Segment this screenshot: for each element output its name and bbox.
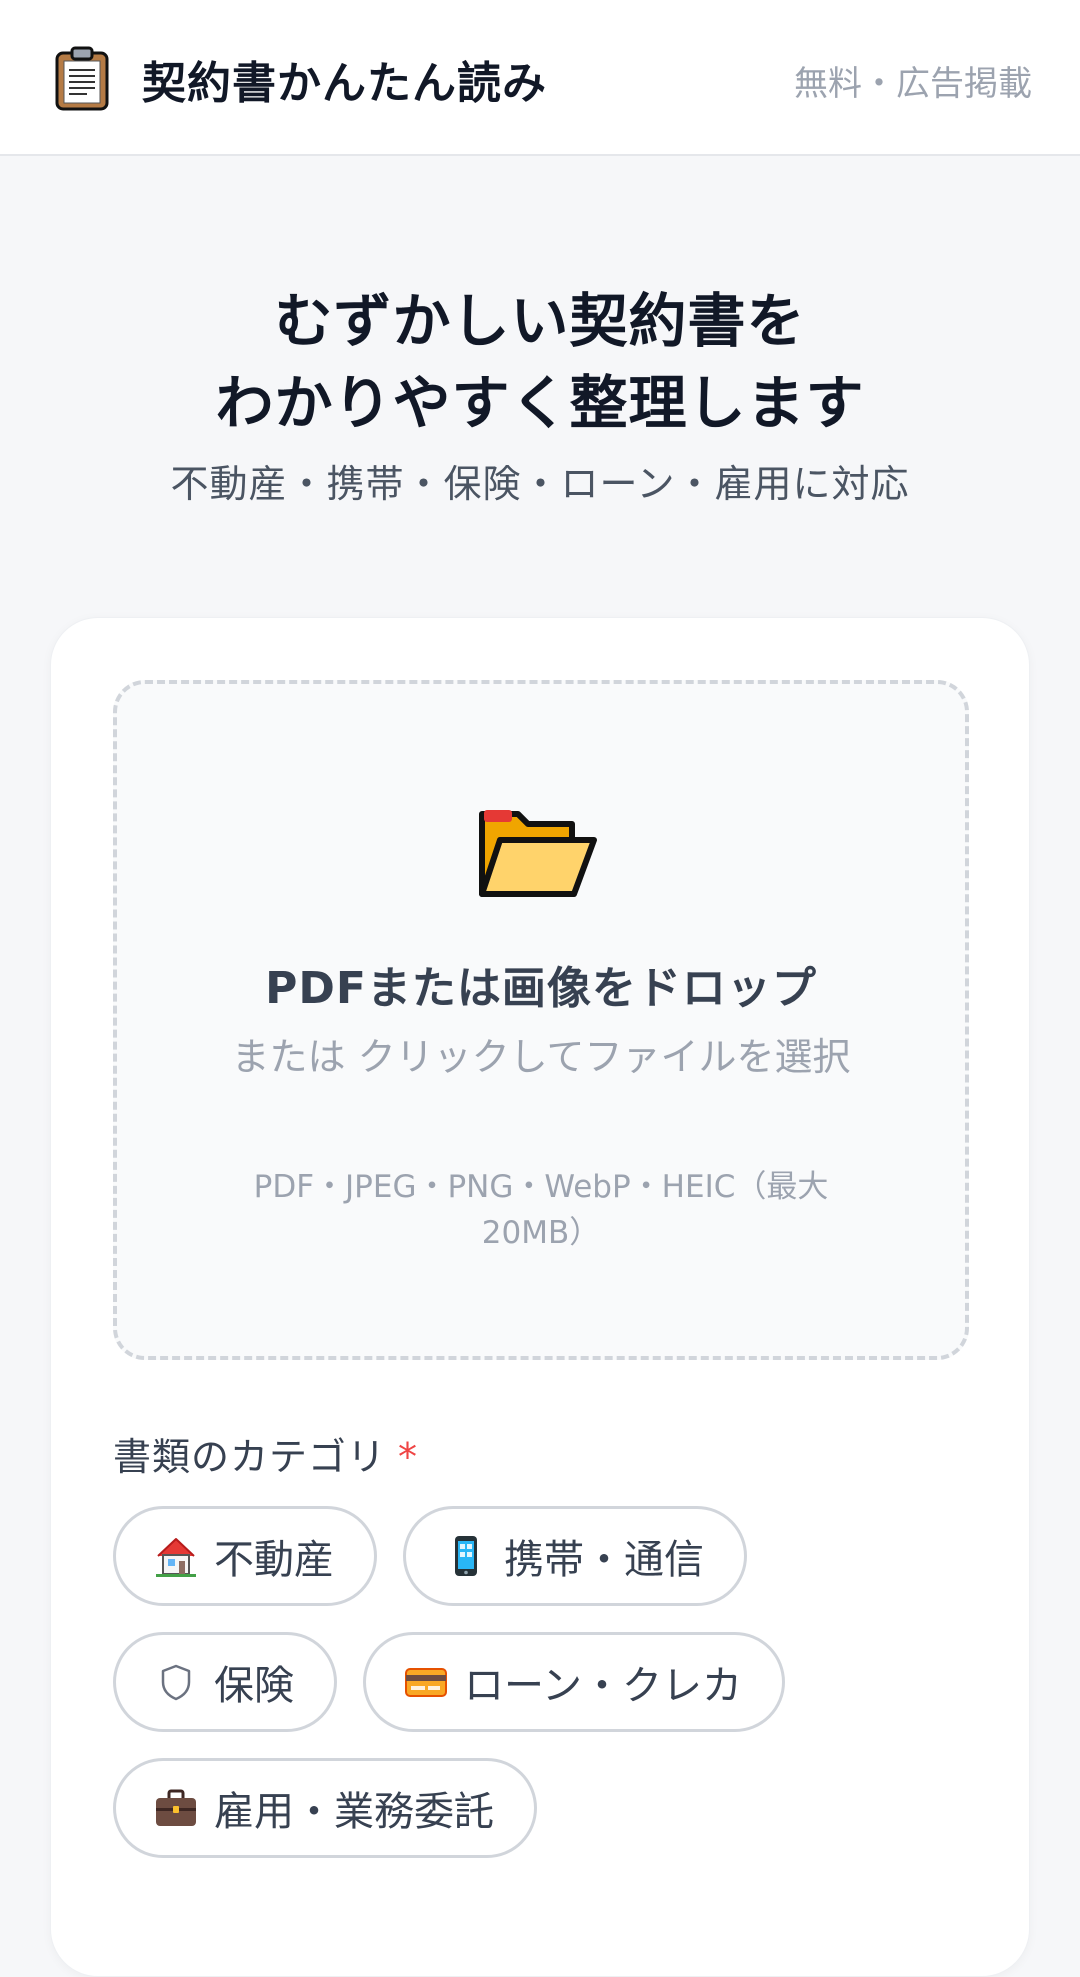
mobile-phone-icon (455, 1536, 477, 1576)
hero: むずかしい契約書を わかりやすく整理します 不動産・携帯・保険・ローン・雇用に対… (0, 280, 1080, 512)
category-chip-employment[interactable]: 雇用・業務委託 (113, 1758, 537, 1858)
category-chip-label: 保険 (214, 1663, 294, 1709)
briefcase-icon (156, 1789, 196, 1826)
category-row-3: 雇用・業務委託 (113, 1758, 537, 1858)
required-mark: * (398, 1435, 419, 1479)
folder-icon (479, 810, 597, 897)
hero-title: むずかしい契約書を わかりやすく整理します (0, 280, 1080, 444)
category-chip-insurance[interactable]: 保険 (113, 1632, 337, 1732)
category-chip-label: ローン・クレカ (464, 1663, 742, 1709)
app-title: 契約書かんたん読み (142, 58, 547, 109)
app-header: 契約書かんたん読み 無料・広告掲載 (0, 0, 1080, 156)
category-row-1: 不動産 携帯・通信 (113, 1506, 747, 1606)
category-chip-real-estate[interactable]: 不動産 (113, 1506, 377, 1606)
category-row-2: 保険 ローン・クレカ (113, 1632, 785, 1732)
house-icon (156, 1538, 196, 1577)
upload-card: PDFまたは画像をドロップ または クリックしてファイルを選択 PDF・JPEG… (50, 617, 1030, 1977)
category-label: 書類のカテゴリ * (113, 1426, 418, 1481)
hero-title-line1: むずかしい契約書を (274, 287, 806, 355)
hero-subtitle: 不動産・携帯・保険・ローン・雇用に対応 (170, 462, 910, 506)
dropzone-title: PDFまたは画像をドロップ (265, 963, 817, 1014)
file-dropzone[interactable]: PDFまたは画像をドロップ または クリックしてファイルを選択 PDF・JPEG… (113, 680, 969, 1360)
dropzone-formats: PDF・JPEG・PNG・WebP・HEIC（最大20MB） (253, 1169, 829, 1251)
category-chip-mobile[interactable]: 携帯・通信 (403, 1506, 747, 1606)
hero-title-line2: わかりやすく整理します (215, 369, 865, 437)
shield-icon (161, 1664, 191, 1701)
clipboard-icon (55, 46, 109, 111)
dropzone-hint: または クリックしてファイルを選択 (231, 1035, 851, 1079)
category-chip-label: 携帯・通信 (504, 1537, 704, 1583)
brand[interactable]: 契約書かんたん読み (54, 44, 547, 114)
category-chip-label: 不動産 (214, 1537, 334, 1583)
category-chip-label: 雇用・業務委託 (214, 1789, 494, 1835)
category-chip-loan[interactable]: ローン・クレカ (363, 1632, 785, 1732)
header-note: 無料・広告掲載 (794, 64, 1032, 104)
category-label-text: 書類のカテゴリ (113, 1435, 387, 1479)
credit-card-icon (405, 1668, 447, 1697)
